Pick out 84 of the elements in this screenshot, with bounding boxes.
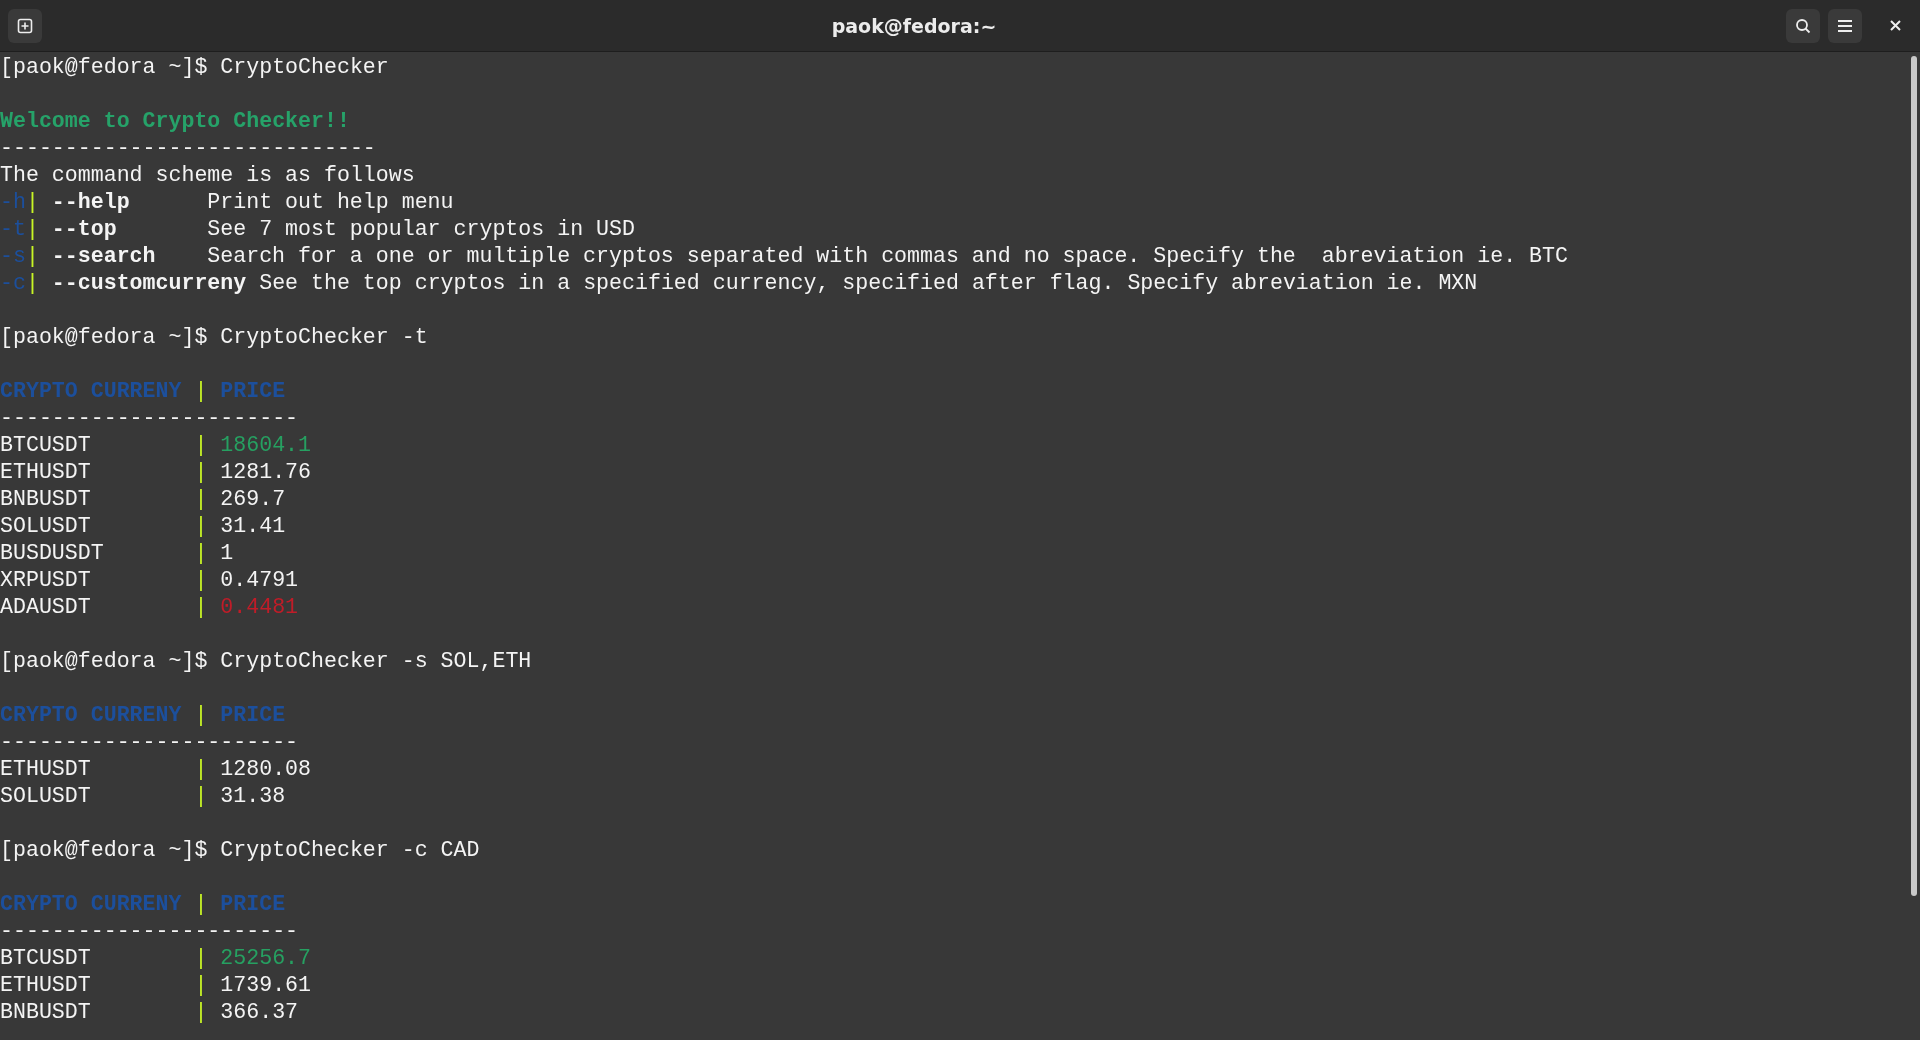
plus-square-icon <box>17 17 33 34</box>
column-separator: | <box>25 216 39 243</box>
price-value: 1280.08 <box>220 756 311 783</box>
column-separator: | <box>194 783 208 810</box>
crypto-name: BTCUSDT <box>0 946 91 970</box>
price-value: 269.7 <box>220 486 286 513</box>
prompt-text: [paok@fedora ~]$ <box>0 54 208 81</box>
scrollbar[interactable] <box>1911 56 1917 896</box>
price-value: 0.4481 <box>220 594 299 621</box>
terminal-text: The command scheme is as follows <box>0 162 415 189</box>
column-separator: | <box>194 999 208 1026</box>
column-separator: | <box>194 972 208 999</box>
price-value: 1739.61 <box>220 972 311 999</box>
column-separator: | <box>194 513 208 540</box>
crypto-name: ETHUSDT <box>0 973 91 997</box>
column-separator: | <box>194 486 208 513</box>
column-header: CRYPTO CURRENY <box>0 703 182 727</box>
command-text: CryptoChecker -t <box>220 324 428 351</box>
option-description: Search for a one or multiple cryptos separated with commas and no space. Specify the abreviation ie. BTC <box>207 243 1568 270</box>
crypto-name: XRPUSDT <box>0 568 91 592</box>
window-title: paok@fedora:~ <box>830 14 998 37</box>
crypto-name: ADAUSDT <box>0 595 91 619</box>
column-separator: | <box>194 378 208 405</box>
column-header: CRYPTO CURRENY <box>0 379 182 403</box>
prompt-text: [paok@fedora ~]$ <box>0 324 208 351</box>
column-separator: | <box>194 891 208 918</box>
column-separator: | <box>194 540 208 567</box>
short-flag-label: -c <box>0 270 26 297</box>
long-flag-label: --search <box>51 244 156 268</box>
column-separator: | <box>25 243 39 270</box>
crypto-name: SOLUSDT <box>0 784 91 808</box>
crypto-name: BTCUSDT <box>0 433 91 457</box>
column-separator: | <box>194 594 208 621</box>
menu-button[interactable] <box>1828 8 1862 43</box>
menu-icon <box>1837 18 1853 33</box>
prompt-text: [paok@fedora ~]$ <box>0 648 208 675</box>
prompt-text: [paok@fedora ~]$ <box>0 837 208 864</box>
dashed-rule: ----------------------- <box>0 918 299 945</box>
price-value: 1281.76 <box>220 459 311 486</box>
price-value: 18604.1 <box>220 432 311 459</box>
new-tab-button[interactable] <box>8 8 42 43</box>
price-value: 31.38 <box>220 783 286 810</box>
column-separator: | <box>25 189 39 216</box>
command-text: CryptoChecker -c CAD <box>220 837 480 864</box>
search-icon <box>1795 17 1811 34</box>
short-flag-label: -h <box>0 189 26 216</box>
crypto-name: ETHUSDT <box>0 757 91 781</box>
column-header: PRICE <box>220 891 286 918</box>
column-separator: | <box>194 567 208 594</box>
price-value: 31.41 <box>220 513 286 540</box>
price-value: 0.4791 <box>220 567 299 594</box>
search-button[interactable] <box>1786 8 1820 43</box>
long-flag-label: --top <box>51 217 117 241</box>
long-flag-label: --help <box>51 190 130 214</box>
column-separator: | <box>194 756 208 783</box>
price-value: 366.37 <box>220 999 299 1026</box>
welcome-heading: Welcome to Crypto Checker!! <box>0 108 350 135</box>
long-flag-label: --customcurreny <box>51 271 247 295</box>
column-separator: | <box>194 945 208 972</box>
column-separator: | <box>194 702 208 729</box>
dashed-rule: ----------------------------- <box>0 135 376 162</box>
column-header: PRICE <box>220 702 286 729</box>
short-flag-label: -t <box>0 216 26 243</box>
option-description: See 7 most popular cryptos in USD <box>207 216 635 243</box>
command-text: CryptoChecker <box>220 54 389 81</box>
crypto-name: BUSDUSDT <box>0 541 104 565</box>
dashed-rule: ----------------------- <box>0 729 299 756</box>
command-text: CryptoChecker -s SOL,ETH <box>220 648 532 675</box>
short-flag-label: -s <box>0 243 26 270</box>
close-icon <box>1889 20 1901 31</box>
column-header: CRYPTO CURRENY <box>0 892 182 916</box>
column-separator: | <box>194 459 208 486</box>
crypto-name: BNBUSDT <box>0 487 91 511</box>
crypto-name: SOLUSDT <box>0 514 91 538</box>
crypto-name: ETHUSDT <box>0 460 91 484</box>
price-value: 25256.7 <box>220 945 311 972</box>
dashed-rule: ----------------------- <box>0 405 299 432</box>
column-header: PRICE <box>220 378 286 405</box>
price-value: 1 <box>220 540 234 567</box>
option-description: See the top cryptos in a specified currency, specified after flag. Specify abreviation ie. MXN <box>259 270 1478 297</box>
column-separator: | <box>25 270 39 297</box>
option-description: Print out help menu <box>207 189 454 216</box>
column-separator: | <box>194 432 208 459</box>
crypto-name: BNBUSDT <box>0 1000 91 1024</box>
